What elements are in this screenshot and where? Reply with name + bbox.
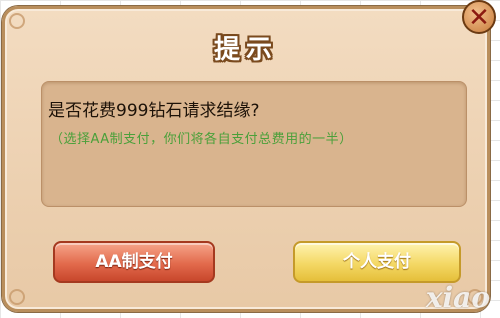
personal-pay-button[interactable]: 个人支付 xyxy=(293,241,461,283)
confirm-question: 是否花费999钻石请求结缘? xyxy=(48,101,260,121)
message-panel: 是否花费999钻石请求结缘? （选择AA制支付，你们将各自支付总费用的一半） xyxy=(41,81,467,207)
payment-hint: （选择AA制支付，你们将各自支付总费用的一半） xyxy=(50,132,353,147)
dialog-title: 提示 xyxy=(213,35,278,65)
corner-ornament xyxy=(9,13,25,29)
close-icon: ✕ xyxy=(468,3,490,33)
aa-pay-button[interactable]: AA制支付 xyxy=(53,241,215,283)
confirm-dialog: 提示 是否花费999钻石请求结缘? （选择AA制支付，你们将各自支付总费用的一半… xyxy=(2,6,490,312)
site-watermark: xiao xyxy=(425,281,490,314)
close-button[interactable]: ✕ xyxy=(462,0,496,34)
corner-ornament xyxy=(9,289,25,305)
